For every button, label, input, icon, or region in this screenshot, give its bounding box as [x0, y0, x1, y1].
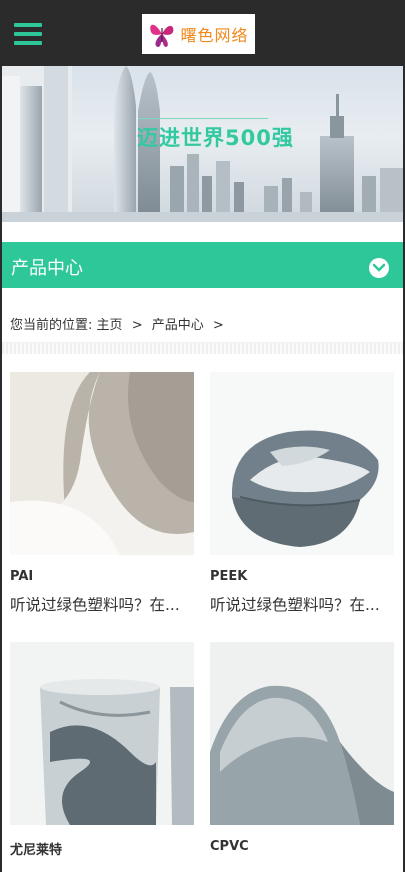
- product-card-cpvc[interactable]: CPVC: [210, 642, 394, 854]
- product-image[interactable]: [210, 642, 394, 825]
- product-name[interactable]: CPVC: [210, 839, 394, 854]
- product-name[interactable]: PAI: [10, 569, 194, 584]
- product-card-unilite[interactable]: 尤尼莱特: [10, 642, 194, 858]
- chevron-down-circle-icon[interactable]: [369, 258, 389, 278]
- butterfly-logo-icon: [150, 24, 174, 47]
- logo-text: 曙色网络: [180, 26, 249, 45]
- breadcrumb-separator: >: [212, 318, 224, 333]
- product-image[interactable]: [210, 372, 394, 555]
- product-description[interactable]: 听说过绿色塑料吗？在...: [210, 593, 394, 615]
- section-divider: [2, 342, 403, 354]
- breadcrumb-separator: >: [131, 318, 143, 333]
- breadcrumb-products-link[interactable]: 产品中心: [152, 318, 204, 333]
- breadcrumb-home-link[interactable]: 主页: [97, 318, 123, 333]
- site-logo[interactable]: 曙色网络: [142, 14, 255, 54]
- page-content: 迈进世界500强 产品中心 您当前的位置: 主页 > 产品中心 > PAI 听说…: [2, 66, 403, 872]
- product-name[interactable]: PEEK: [210, 569, 394, 584]
- hamburger-menu-icon[interactable]: [14, 23, 42, 47]
- breadcrumb-prefix: 您当前的位置:: [10, 318, 93, 333]
- product-image[interactable]: [10, 372, 194, 555]
- breadcrumb: 您当前的位置: 主页 > 产品中心 >: [10, 314, 229, 333]
- banner: 迈进世界500强: [2, 66, 403, 222]
- product-card-pai[interactable]: PAI 听说过绿色塑料吗？在...: [10, 372, 194, 615]
- banner-accent-line: [138, 118, 268, 119]
- banner-headline: 迈进世界500强: [137, 126, 294, 150]
- product-description[interactable]: 听说过绿色塑料吗？在...: [10, 593, 194, 615]
- top-bar: 曙色网络: [0, 0, 405, 66]
- category-title: 产品中心: [11, 258, 83, 279]
- product-card-peek[interactable]: PEEK 听说过绿色塑料吗？在...: [210, 372, 394, 615]
- category-header[interactable]: 产品中心: [2, 242, 403, 288]
- product-image[interactable]: [10, 642, 194, 825]
- product-name[interactable]: 尤尼莱特: [10, 839, 194, 858]
